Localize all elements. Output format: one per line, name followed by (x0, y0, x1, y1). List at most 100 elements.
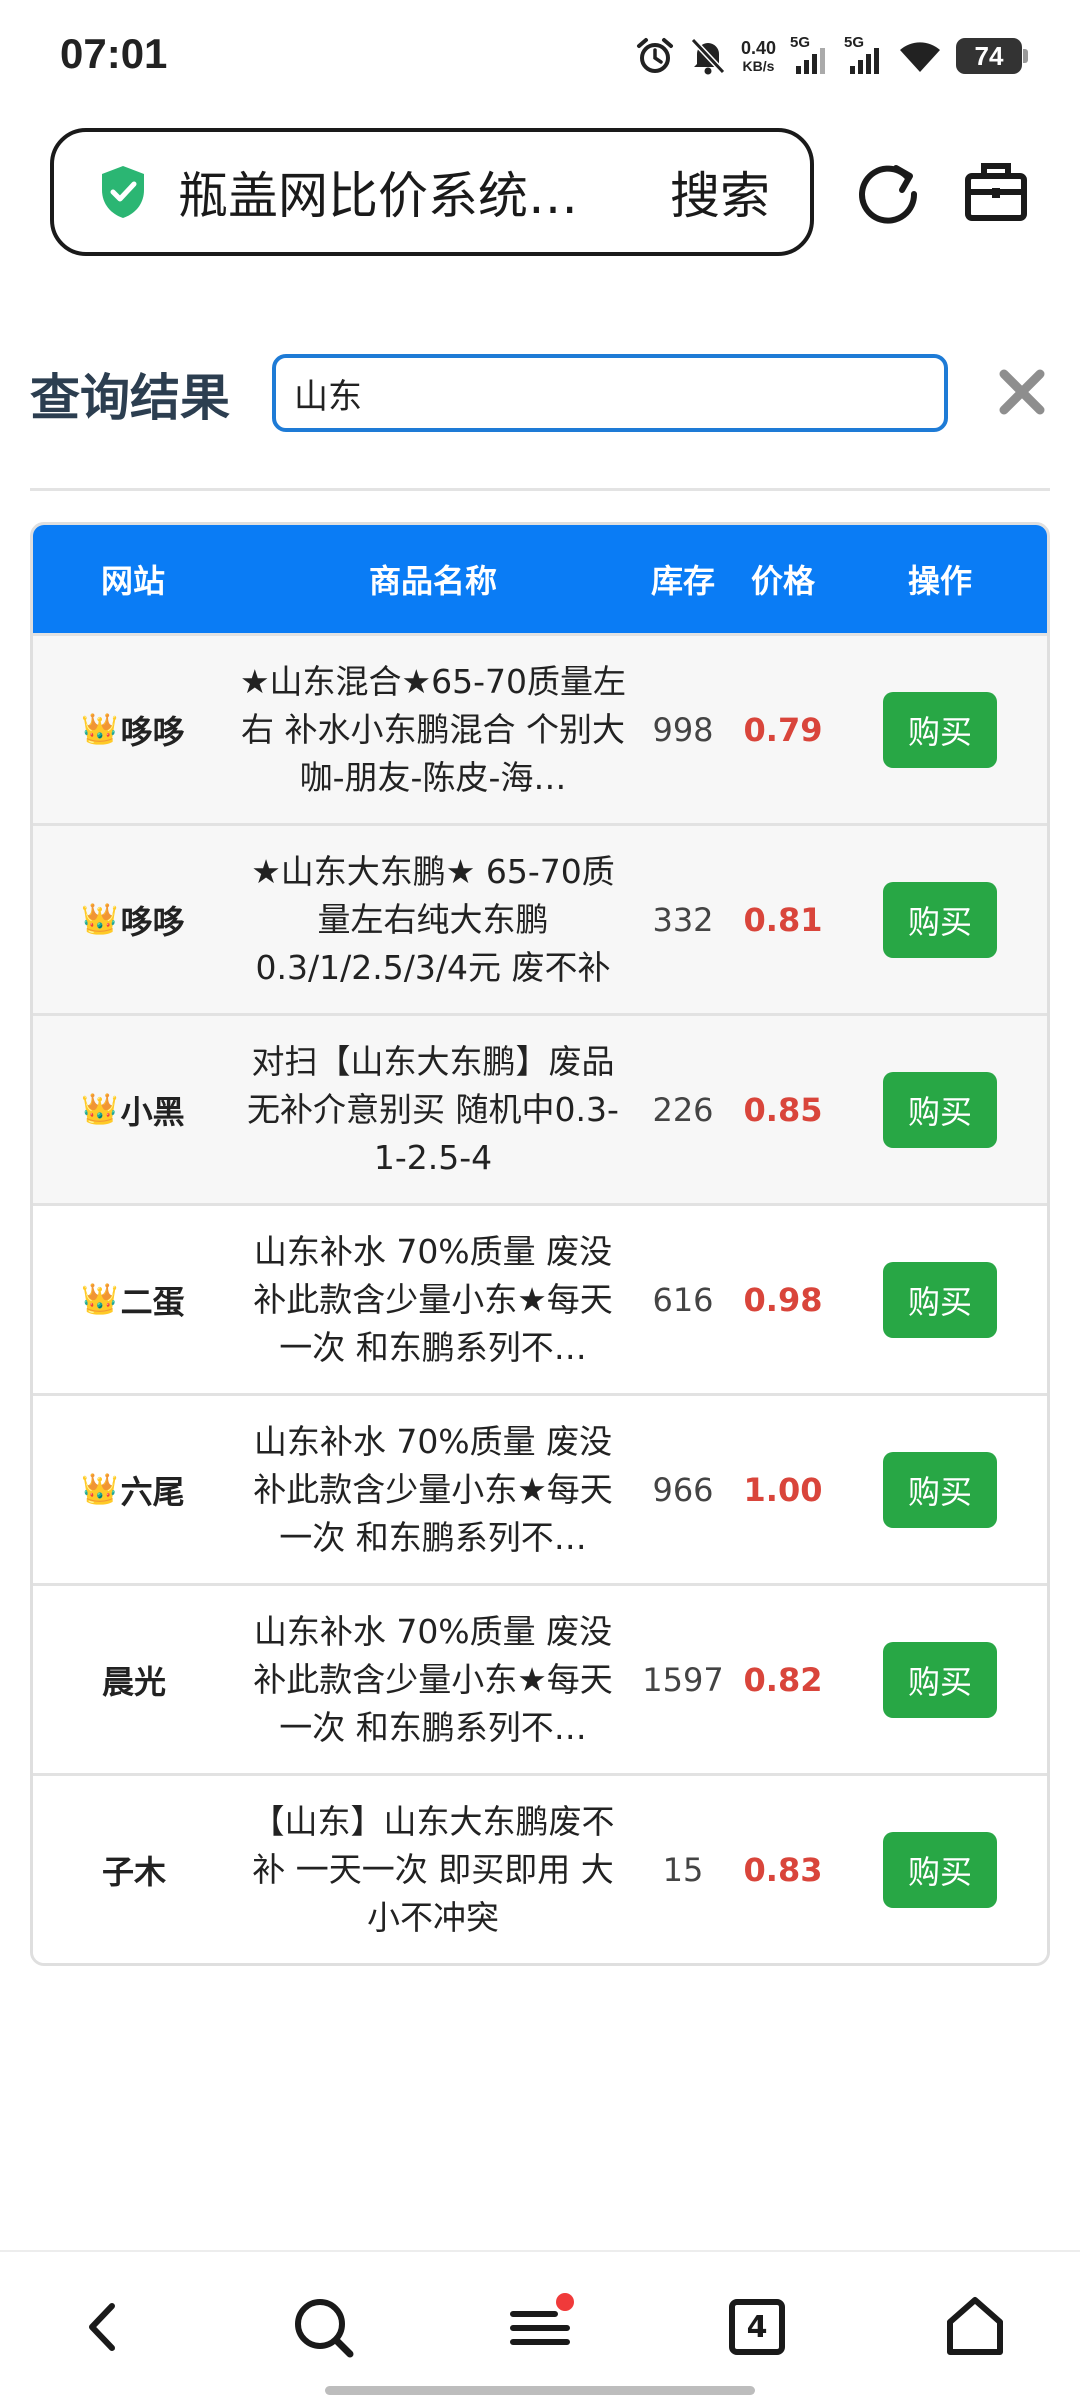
site-cell: 👑 六尾 (33, 1467, 233, 1513)
product-name-text: ★山东混合★65-70质量左右 补水小东鹏混合 个别大咖-朋友-陈皮-海… (239, 661, 627, 797)
site-cell: 👑 小黑 (33, 1087, 233, 1133)
product-name-text: 山东补水 70%质量 废没补此款含少量小东★每天一次 和东鹏系列不… (253, 1231, 613, 1367)
divider (30, 488, 1050, 491)
price-value: 0.83 (743, 1850, 823, 1889)
results-table: 网站 商品名称 库存 价格 操作 👑 哆哆 ★山东混合★65-70质量左右 补水小… (30, 522, 1050, 1966)
price-value: 0.85 (743, 1090, 823, 1129)
buy-button[interactable]: 购买 (883, 1261, 997, 1338)
query-label: 查询结果 (30, 369, 230, 427)
action-cell: 购买 (833, 691, 1047, 768)
stock-value: 966 (652, 1470, 714, 1509)
product-name: 【山东】山东大东鹏废不补 一天一次 即买即用 大小不冲突 (233, 1798, 633, 1942)
site-name: 小黑 (120, 1092, 185, 1131)
alarm-icon (636, 38, 673, 73)
back-icon[interactable] (70, 2292, 140, 2362)
stock-value: 226 (652, 1090, 714, 1129)
shield-check-icon (102, 166, 144, 218)
price-value: 0.98 (743, 1280, 823, 1319)
signal-icon: 5G (844, 34, 884, 76)
site-name: 二蛋 (120, 1282, 185, 1321)
product-name-text: 山东补水 70%质量 废没补此款含少量小东★每天一次 和东鹏系列不… (253, 1611, 613, 1747)
action-cell: 购买 (833, 1451, 1047, 1528)
address-title[interactable]: 瓶盖网比价系统… (178, 156, 650, 228)
crown-icon: 👑 (81, 902, 119, 937)
menu-icon[interactable] (505, 2292, 575, 2362)
site-name: 晨光 (101, 1662, 166, 1701)
buy-button[interactable]: 购买 (883, 691, 997, 768)
search-input[interactable] (272, 354, 948, 432)
buy-button[interactable]: 购买 (883, 1831, 997, 1908)
header-name: 商品名称 (368, 562, 497, 600)
home-icon[interactable] (940, 2292, 1010, 2362)
close-icon[interactable] (996, 366, 1048, 418)
site-name: 哆哆 (120, 902, 185, 941)
site-cell: 👑 哆哆 (33, 707, 233, 753)
bottom-nav: 4 (0, 2250, 1080, 2400)
status-bar: 07:01 0.40 KB/s 5G 5G 74 (0, 0, 1080, 120)
buy-button[interactable]: 购买 (883, 881, 997, 958)
status-icons: 0.40 KB/s 5G 5G 74 (635, 34, 1028, 76)
product-name: 山东补水 70%质量 废没补此款含少量小东★每天一次 和东鹏系列不… (233, 1228, 633, 1372)
table-row: 👑 六尾 山东补水 70%质量 废没补此款含少量小东★每天一次 和东鹏系列不… 9… (33, 1393, 1047, 1583)
action-cell: 购买 (833, 1831, 1047, 1908)
tabs-count: 4 (746, 2309, 768, 2345)
site-name: 六尾 (120, 1472, 185, 1511)
price-value: 1.00 (743, 1470, 823, 1509)
product-name-text: 山东补水 70%质量 废没补此款含少量小东★每天一次 和东鹏系列不… (253, 1421, 613, 1557)
signal-icon: 5G (790, 34, 830, 76)
stock-value: 998 (652, 710, 714, 749)
product-name: 山东补水 70%质量 废没补此款含少量小东★每天一次 和东鹏系列不… (233, 1418, 633, 1562)
stock-value: 616 (652, 1280, 714, 1319)
status-time: 07:01 (60, 30, 168, 77)
home-indicator[interactable] (325, 2386, 755, 2395)
table-row: 子木 【山东】山东大东鹏废不补 一天一次 即买即用 大小不冲突 15 0.83 … (33, 1773, 1047, 1963)
address-bar[interactable]: 瓶盖网比价系统… 搜索 (50, 128, 814, 256)
action-cell: 购买 (833, 1071, 1047, 1148)
mute-bell-icon (690, 37, 726, 75)
price-value: 0.82 (743, 1660, 823, 1699)
product-name: ★山东大东鹏★ 65-70质量左右纯大东鹏0.3/1/2.5/3/4元 废不补 (233, 848, 633, 992)
wifi-icon (900, 42, 940, 72)
search-icon[interactable] (288, 2292, 358, 2362)
crown-icon: 👑 (81, 1092, 119, 1127)
header-action: 操作 (907, 562, 972, 600)
toolbox-icon[interactable] (962, 158, 1030, 226)
site-name: 子木 (101, 1852, 166, 1891)
product-name-text: ★山东大东鹏★ 65-70质量左右纯大东鹏0.3/1/2.5/3/4元 废不补 (251, 851, 615, 987)
address-search-button[interactable]: 搜索 (670, 156, 770, 228)
buy-button[interactable]: 购买 (883, 1451, 997, 1528)
header-price: 价格 (750, 562, 815, 600)
crown-icon: 👑 (81, 712, 119, 747)
action-cell: 购买 (833, 1641, 1047, 1718)
product-name-text: 【山东】山东大东鹏废不补 一天一次 即买即用 大小不冲突 (251, 1801, 615, 1937)
site-name: 哆哆 (120, 712, 185, 751)
table-header: 网站 商品名称 库存 价格 操作 (33, 525, 1047, 633)
tabs-icon[interactable]: 4 (722, 2292, 792, 2362)
buy-button[interactable]: 购买 (883, 1641, 997, 1718)
table-row: 👑 哆哆 ★山东混合★65-70质量左右 补水小东鹏混合 个别大咖-朋友-陈皮-海… (33, 633, 1047, 823)
buy-button[interactable]: 购买 (883, 1071, 997, 1148)
crown-icon: 👑 (81, 1282, 119, 1317)
stock-value: 15 (662, 1850, 704, 1889)
net-speed-value: 0.40 (740, 38, 776, 58)
net-speed-unit: KB/s (742, 58, 775, 74)
site-cell: 👑 二蛋 (33, 1277, 233, 1323)
action-cell: 购买 (833, 881, 1047, 958)
table-row: 👑 二蛋 山东补水 70%质量 废没补此款含少量小东★每天一次 和东鹏系列不… 6… (33, 1203, 1047, 1393)
header-site: 网站 (100, 562, 165, 600)
table-row: 晨光 山东补水 70%质量 废没补此款含少量小东★每天一次 和东鹏系列不… 15… (33, 1583, 1047, 1773)
header-stock: 库存 (650, 562, 715, 600)
price-value: 0.79 (743, 710, 823, 749)
stock-value: 1597 (642, 1660, 724, 1699)
stock-value: 332 (652, 900, 714, 939)
table-row: 👑 哆哆 ★山东大东鹏★ 65-70质量左右纯大东鹏0.3/1/2.5/3/4元 … (33, 823, 1047, 1013)
net-speed: 0.40 KB/s (741, 38, 776, 74)
product-name-text: 对扫【山东大东鹏】废品无补介意别买 随机中0.3-1-2.5-4 (247, 1041, 619, 1177)
site-cell: 👑 哆哆 (33, 897, 233, 943)
site-cell: 晨光 (33, 1657, 233, 1703)
refresh-icon[interactable] (852, 158, 924, 230)
product-name: ★山东混合★65-70质量左右 补水小东鹏混合 个别大咖-朋友-陈皮-海… (233, 658, 633, 802)
product-name: 对扫【山东大东鹏】废品无补介意别买 随机中0.3-1-2.5-4 (233, 1038, 633, 1182)
product-name: 山东补水 70%质量 废没补此款含少量小东★每天一次 和东鹏系列不… (233, 1608, 633, 1752)
battery-icon: 74 (956, 38, 1028, 74)
